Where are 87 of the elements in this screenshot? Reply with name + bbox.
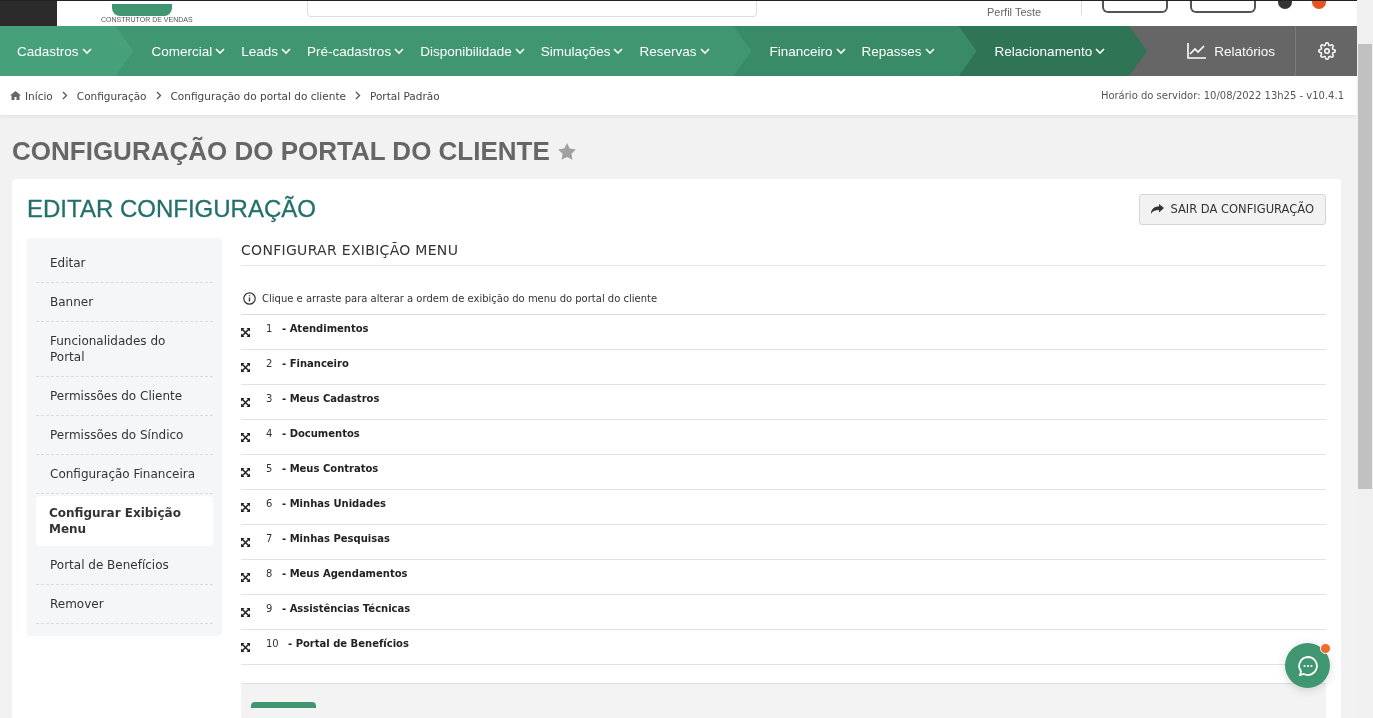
- nav-menu-item[interactable]: Pré-cadastros: [307, 43, 405, 59]
- sidebar-item[interactable]: Banner: [36, 283, 213, 322]
- breadcrumb-link[interactable]: Início: [10, 89, 53, 102]
- drag-handle-icon[interactable]: [241, 363, 250, 372]
- star-icon[interactable]: [557, 142, 576, 160]
- breadcrumb-link[interactable]: Configuração: [76, 89, 147, 102]
- profile-name[interactable]: Perfil Teste: [987, 7, 1042, 18]
- search-field[interactable]: [307, 1, 757, 17]
- order-number: 2: [266, 358, 274, 369]
- chevron-down-icon: [835, 47, 846, 55]
- chevron-right-icon: [354, 91, 361, 100]
- home-icon: [10, 91, 21, 100]
- sidebar-item[interactable]: Configurar Exibição Menu: [36, 496, 213, 546]
- menu-item-label: - Minhas Pesquisas: [282, 533, 390, 544]
- drag-handle-icon[interactable]: [241, 328, 250, 337]
- drag-handle-icon[interactable]: [241, 538, 250, 547]
- drag-handle-icon[interactable]: [241, 468, 250, 477]
- header-button[interactable]: [1190, 1, 1257, 13]
- drag-handle-icon[interactable]: [241, 503, 250, 512]
- nav-menu-item[interactable]: Comercial: [151, 43, 226, 59]
- order-number: 8: [266, 568, 274, 579]
- drag-handle-icon[interactable]: [241, 573, 250, 582]
- chat-bubble-icon: [1296, 654, 1319, 677]
- breadcrumb-link[interactable]: Configuração do portal do cliente: [170, 89, 346, 102]
- header-icon[interactable]: [1278, 1, 1293, 9]
- sidebar-item[interactable]: Funcionalidades do Portal: [36, 322, 213, 377]
- card-title: EDITAR CONFIGURAÇÃO: [27, 195, 316, 223]
- drag-handle-icon[interactable]: [241, 608, 250, 617]
- nav-menu-item[interactable]: Relacionamento: [994, 43, 1106, 59]
- sidebar-item[interactable]: Permissões do Síndico: [36, 416, 213, 455]
- server-time: Horário do servidor: 10/08/2022 13h25 - v10.4.1: [1100, 90, 1344, 101]
- nav-menu-item[interactable]: Simulações: [540, 43, 624, 59]
- hint-text: Clique e arraste para alterar a ordem de exibição do menu do portal do cliente: [262, 293, 658, 304]
- notification-icon[interactable]: [1312, 1, 1327, 9]
- order-number: 6: [266, 498, 274, 509]
- nav-menu-item[interactable]: Disponibilidade: [420, 43, 525, 59]
- menu-item-label: - Atendimentos: [282, 323, 369, 334]
- order-number: 5: [266, 463, 274, 474]
- menu-item-label: - Assistências Técnicas: [282, 603, 411, 614]
- chevron-right-icon: [61, 91, 68, 100]
- line-chart-icon: [1187, 43, 1207, 59]
- chevron-down-icon: [394, 47, 405, 55]
- header-button[interactable]: [1102, 1, 1169, 13]
- logo-mark: [112, 4, 172, 16]
- menu-item-label: - Meus Agendamentos: [282, 568, 408, 579]
- nav-menu-item[interactable]: Financeiro: [769, 43, 846, 59]
- menu-item-label: - Meus Contratos: [282, 463, 379, 474]
- menu-item-label: - Financeiro: [282, 358, 349, 369]
- chevron-down-icon: [215, 47, 226, 55]
- order-number: 3: [266, 393, 274, 404]
- chevron-down-icon: [924, 47, 935, 55]
- chevron-down-icon: [1095, 47, 1106, 55]
- chevron-down-icon: [613, 47, 624, 55]
- order-number: 10: [266, 638, 280, 649]
- menu-item-label: - Minhas Unidades: [282, 498, 386, 509]
- sidebar-item[interactable]: Configuração Financeira: [36, 455, 213, 494]
- order-number: 7: [266, 533, 274, 544]
- menu-item-label: - Portal de Benefícios: [288, 638, 409, 649]
- sidebar-item[interactable]: Remover: [36, 585, 213, 624]
- order-number: 4: [266, 428, 274, 439]
- exit-button[interactable]: SAIR DA CONFIGURAÇÃO: [1139, 193, 1326, 225]
- sidebar-item[interactable]: Permissões do Cliente: [36, 377, 213, 416]
- settings-icon: [1317, 42, 1336, 60]
- drag-handle-icon[interactable]: [241, 433, 250, 442]
- chevron-down-icon: [81, 47, 92, 55]
- nav-menu-item[interactable]: Repasses: [861, 43, 935, 59]
- chevron-right-icon: [155, 91, 162, 100]
- drag-handle-icon[interactable]: [241, 643, 250, 652]
- menu-item-label: - Documentos: [282, 428, 360, 439]
- scrollbar-thumb[interactable]: [1358, 44, 1372, 489]
- drag-handle-icon[interactable]: [241, 398, 250, 407]
- reports-link[interactable]: Relatórios: [1159, 26, 1295, 76]
- share-arrow-icon: [1151, 204, 1165, 214]
- menu-item-label: - Meus Cadastros: [282, 393, 380, 404]
- info-icon: [243, 292, 256, 305]
- sidebar-item[interactable]: Editar: [36, 244, 213, 283]
- chevron-down-icon: [699, 47, 710, 55]
- section-title: CONFIGURAR EXIBIÇÃO MENU: [241, 238, 1326, 266]
- chevron-down-icon: [514, 47, 525, 55]
- nav-menu-item[interactable]: Reservas: [639, 43, 710, 59]
- breadcrumb-link[interactable]: Portal Padrão: [369, 89, 440, 102]
- page-title: CONFIGURAÇÃO DO PORTAL DO CLIENTE: [12, 135, 550, 167]
- order-number: 9: [266, 603, 274, 614]
- chevron-down-icon: [281, 47, 292, 55]
- order-number: 1: [266, 323, 274, 334]
- sidebar-item[interactable]: Portal de Benefícios: [36, 546, 213, 585]
- nav-menu-item[interactable]: Leads: [241, 43, 292, 59]
